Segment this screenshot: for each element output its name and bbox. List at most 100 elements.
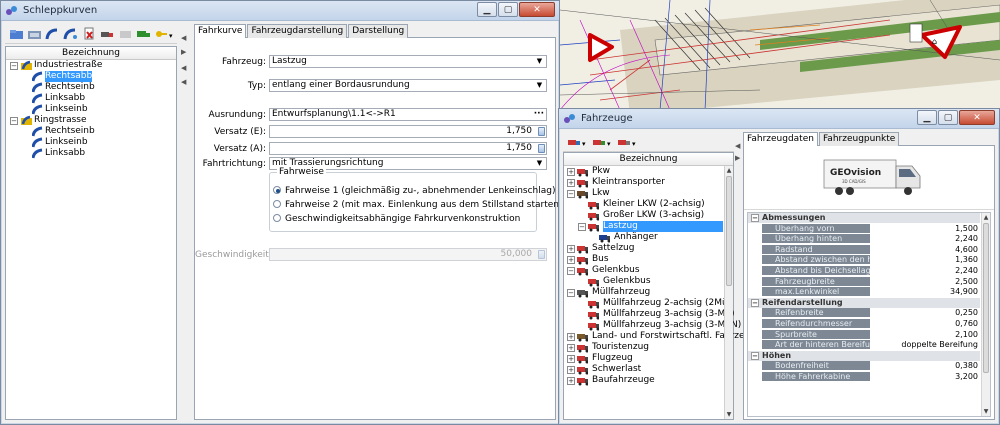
fahrzeug-select[interactable]: Lastzug ▼ xyxy=(269,55,547,68)
curve-group-node[interactable]: − Ringstrasse xyxy=(6,115,176,126)
vehicle-category-node[interactable]: + Land- und Forstwirtschaftl. Fahrzeuge xyxy=(564,331,762,342)
vehicle-node[interactable]: Anhänger xyxy=(564,232,733,243)
property-value[interactable]: 2,500 xyxy=(871,277,980,286)
vehicles-maximize-button[interactable]: ▢ xyxy=(938,110,958,125)
collapse-icon[interactable]: − xyxy=(567,190,575,198)
vehicle-category-node[interactable]: + Pkw xyxy=(564,166,733,177)
folder-button[interactable] xyxy=(27,26,42,42)
property-value[interactable]: doppelte Bereifung xyxy=(871,340,980,349)
property-row[interactable]: Art der hinteren Bereifung doppelte Berei… xyxy=(748,340,980,350)
curve-group-node[interactable]: − Industriestraße xyxy=(6,60,176,71)
vehicle-category-node[interactable]: + Kleintransporter xyxy=(564,177,733,188)
vehicle-node[interactable]: Müllfahrzeug 3-achsig (3-Mü) xyxy=(564,309,734,320)
property-value[interactable]: 1,500 xyxy=(871,224,980,233)
property-value[interactable]: 2,240 xyxy=(871,266,980,275)
main-titlebar[interactable]: Schleppkurven ▁ ▢ ✕ xyxy=(1,1,559,21)
property-value[interactable]: 4,600 xyxy=(871,245,980,254)
scroll-down-icon[interactable]: ▼ xyxy=(725,410,733,419)
property-row[interactable]: max.Lenkwinkel 34,900 xyxy=(748,287,980,297)
property-row[interactable]: Reifenbreite 0,250 xyxy=(748,308,980,318)
curve-node[interactable]: Linkseinb xyxy=(6,137,176,148)
ellipsis-icon[interactable]: ··· xyxy=(534,109,544,120)
expand-icon[interactable]: + xyxy=(567,377,575,385)
vehicles-minimize-button[interactable]: ▁ xyxy=(917,110,937,125)
versatz-a-input[interactable]: 1,750 xyxy=(269,142,547,155)
property-row[interactable]: Bodenfreiheit 0,380 xyxy=(748,361,980,371)
property-category[interactable]: − Höhen xyxy=(748,350,980,361)
collapse-icon[interactable]: − xyxy=(578,223,586,231)
open-folder-button[interactable] xyxy=(9,26,24,42)
property-row[interactable]: Spurbreite 2,100 xyxy=(748,329,980,340)
new-curve-button[interactable] xyxy=(45,26,60,42)
collapse-icon[interactable]: − xyxy=(751,298,759,307)
expand-icon[interactable]: + xyxy=(567,366,575,374)
scroll-thumb[interactable] xyxy=(726,176,732,286)
scroll-up-icon[interactable]: ▲ xyxy=(982,213,990,222)
vehicle-category-node[interactable]: + Touristenzug xyxy=(564,342,733,353)
geschwindigkeit-input[interactable]: 50,000 xyxy=(269,248,547,261)
spin-icon[interactable] xyxy=(538,127,545,136)
collapse-icon[interactable]: − xyxy=(567,289,575,297)
spin-icon[interactable] xyxy=(538,250,545,259)
collapse-icon[interactable]: − xyxy=(10,117,18,125)
ausrundung-field[interactable]: Entwurfsplanung\1.1<->R1 ··· xyxy=(269,108,547,121)
vehicles-splitter[interactable]: ◀ ▶ xyxy=(735,132,743,420)
property-row[interactable]: Überhang vorn 1,500 xyxy=(748,223,980,234)
property-value[interactable]: 34,900 xyxy=(871,287,980,296)
versatz-e-input[interactable]: 1,750 xyxy=(269,125,547,138)
add-vehicle-dropdown[interactable]: ▾ xyxy=(567,134,589,150)
curve-node[interactable]: Linkseinb xyxy=(6,104,176,115)
property-row[interactable]: Abstand bis Deichsellager 2,240 xyxy=(748,266,980,276)
vehicle-category-node[interactable]: + Flugzeug xyxy=(564,353,733,364)
vehicle-tree-scrollbar[interactable]: ▲ ▼ xyxy=(724,166,733,419)
expand-icon[interactable]: + xyxy=(567,333,575,341)
property-category[interactable]: − Reifendarstellung xyxy=(748,297,980,308)
vehicle-category-node[interactable]: − Lkw xyxy=(564,188,733,199)
remove-vehicle-dropdown[interactable]: ▾ xyxy=(617,134,639,150)
collapse-icon[interactable]: − xyxy=(751,214,759,222)
curve-node[interactable]: Linksabb xyxy=(6,148,176,159)
close-button[interactable]: ✕ xyxy=(519,2,555,17)
expand-icon[interactable]: + xyxy=(567,355,575,363)
vehicle-node[interactable]: Gelenkbus xyxy=(564,276,733,287)
curve-node[interactable]: Rechtseinb xyxy=(6,126,176,137)
property-row[interactable]: Überhang hinten 2,240 xyxy=(748,234,980,244)
property-value[interactable]: 0,760 xyxy=(871,319,980,328)
vehicle-node[interactable]: Großer LKW (3-achsig) xyxy=(564,210,733,221)
vehicle-curve-button[interactable] xyxy=(100,26,115,42)
minimize-button[interactable]: ▁ xyxy=(477,2,497,17)
collapse-icon[interactable]: − xyxy=(751,351,759,360)
curve-node[interactable]: Linksabb xyxy=(6,93,176,104)
property-value[interactable]: 0,380 xyxy=(871,361,980,370)
spin-icon[interactable] xyxy=(538,144,545,153)
property-grid-scrollbar[interactable]: ▲ ▼ xyxy=(981,213,990,416)
delete-button[interactable] xyxy=(82,26,97,42)
collapse-icon[interactable]: − xyxy=(567,267,575,275)
vehicle-category-node[interactable]: + Schwerlast xyxy=(564,364,733,375)
property-value[interactable]: 2,240 xyxy=(871,234,980,243)
curve-tree-header[interactable]: Bezeichnung xyxy=(6,47,176,60)
fahrweise-1-radio[interactable]: Fahrweise 1 (gleichmäßig zu-, abnehmende… xyxy=(273,186,555,197)
property-value[interactable]: 3,200 xyxy=(871,372,980,381)
property-value[interactable]: 1,360 xyxy=(871,255,980,264)
disabled-button[interactable] xyxy=(118,26,133,42)
property-value[interactable]: 0,250 xyxy=(871,308,980,317)
property-row[interactable]: Abstand zwischen den hinteren1,360 xyxy=(748,255,980,265)
vehicle-node[interactable]: Müllfahrzeug 2-achsig (2Mü) xyxy=(564,298,733,309)
tab-fahrkurve[interactable]: Fahrkurve xyxy=(194,24,247,39)
geschwindigkeit-radio[interactable]: Geschwindigkeitsabhängige Fahrkurvenkons… xyxy=(273,214,520,225)
copy-curve-button[interactable] xyxy=(63,26,78,42)
tab-fahrzeugpunkte[interactable]: Fahrzeugpunkte xyxy=(818,132,900,146)
property-row[interactable]: Reifendurchmesser 0,760 xyxy=(748,319,980,329)
key-dropdown-button[interactable]: ▾ xyxy=(154,26,174,42)
vehicle-node[interactable]: Kleiner LKW (2-achsig) xyxy=(564,199,733,210)
property-value[interactable]: 2,100 xyxy=(871,330,980,339)
property-row[interactable]: Höhe Fahrerkabine 3,200 xyxy=(748,372,980,382)
curve-node[interactable]: Rechtseinb xyxy=(6,82,176,93)
vehicles-close-button[interactable]: ✕ xyxy=(959,110,995,125)
truck-button[interactable] xyxy=(136,26,151,42)
property-category[interactable]: − Abmessungen xyxy=(748,213,980,223)
property-row[interactable]: Radstand 4,600 xyxy=(748,244,980,255)
scroll-up-icon[interactable]: ▲ xyxy=(725,166,733,175)
curve-node[interactable]: Rechtsabb xyxy=(6,71,176,82)
